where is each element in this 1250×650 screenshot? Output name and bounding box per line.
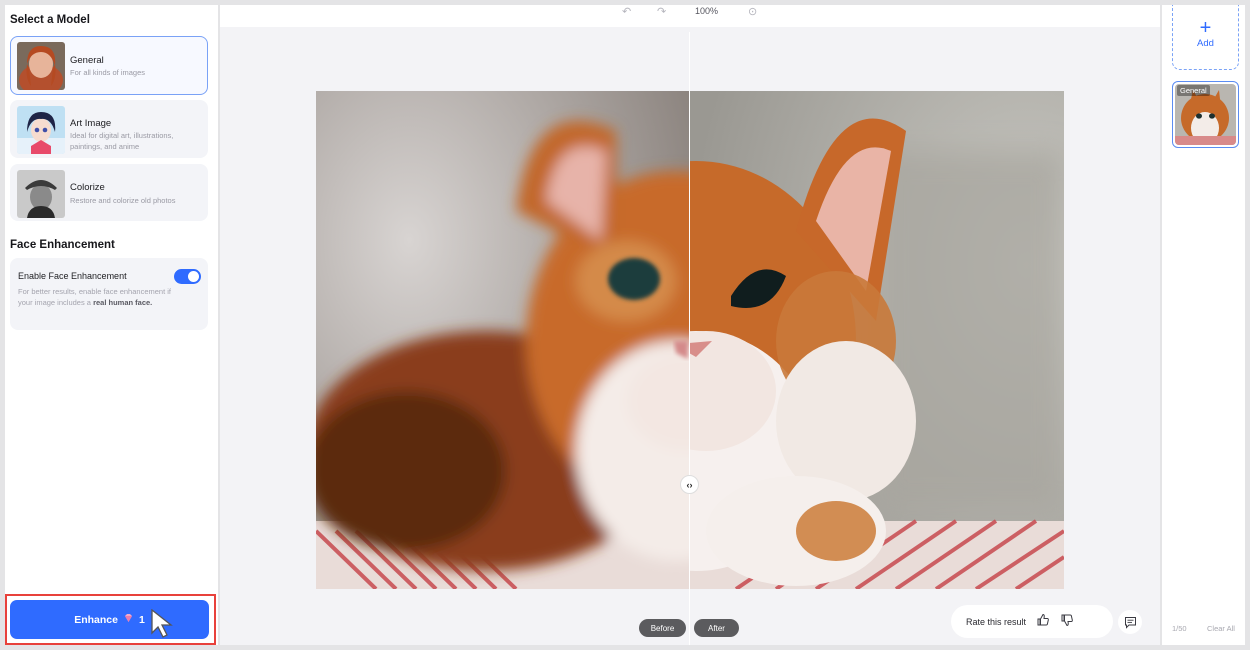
credit-count: 1 [138,613,145,626]
compare-handle[interactable]: ‹› [680,475,699,494]
compare-divider[interactable] [689,32,690,645]
model-card-colorize[interactable]: Colorize Restore and colorize old photos [10,164,208,221]
enhance-button[interactable]: Enhance 1 [10,600,209,639]
feedback-comment-icon[interactable] [1118,610,1142,634]
add-image-button[interactable]: + Add [1172,5,1239,70]
model-card-general[interactable]: General For all kinds of images [10,36,208,95]
model-desc-colorize: Restore and colorize old photos [70,196,176,205]
undo-icon[interactable]: ↶ [622,5,631,18]
model-name-general: General [70,55,104,66]
general-thumbnail [17,42,65,90]
history-thumbnail: General [1175,84,1236,145]
mouse-pointer-icon [150,608,176,639]
history-panel: + Add General 1/50 Clear All [1162,5,1245,645]
clear-all-button[interactable]: Clear All [1207,624,1235,633]
model-desc-general: For all kinds of images [70,68,146,77]
canvas-toolbar: ↶ ↷ 100% ⊙ [220,5,1160,27]
rate-label: Rate this result [966,616,1027,627]
enhance-label: Enhance [74,613,118,626]
rate-result-bar: Rate this result [951,605,1113,638]
model-name-colorize: Colorize [70,182,105,193]
zoom-level[interactable]: 100% [695,6,718,16]
enhance-highlight-frame: Enhance 1 [5,594,216,645]
history-count: 1/50 [1172,624,1187,633]
history-item[interactable]: General [1172,81,1239,148]
gem-icon [124,613,133,626]
after-label: After [694,619,739,637]
face-enhancement-card: Enable Face Enhancement For better resul… [10,258,208,330]
face-enhancement-label: Enable Face Enhancement [18,271,127,281]
toggle-knob [188,271,199,282]
history-item-tag: General [1177,85,1210,96]
plus-icon: + [1199,17,1212,39]
face-desc-bold: real human face. [93,297,153,307]
art-image-thumbnail [17,106,65,154]
face-enhancement-toggle[interactable] [174,269,201,284]
face-enhancement-title: Face Enhancement [10,239,115,251]
model-name-art-image: Art Image [70,118,112,129]
add-label: Add [1197,38,1214,49]
reset-icon[interactable]: ⊙ [748,5,757,18]
model-sidebar: Select a Model General For all kinds of … [5,5,218,645]
select-model-title: Select a Model [10,14,90,26]
kitten-image [316,91,1064,589]
before-label: Before [639,619,686,637]
thumbs-down-icon[interactable] [1060,613,1074,630]
redo-icon[interactable]: ↷ [657,5,666,18]
face-enhancement-desc: For better results, enable face enhancem… [18,287,183,308]
colorize-thumbnail [17,170,65,218]
comparison-canvas: ↶ ↷ 100% ⊙ ‹› Before After Rate this res… [220,5,1160,645]
model-card-art-image[interactable]: Art Image Ideal for digital art, illustr… [10,100,208,158]
thumbs-up-icon[interactable] [1036,613,1050,630]
model-desc-art-image: Ideal for digital art, illustrations, pa… [70,131,174,151]
